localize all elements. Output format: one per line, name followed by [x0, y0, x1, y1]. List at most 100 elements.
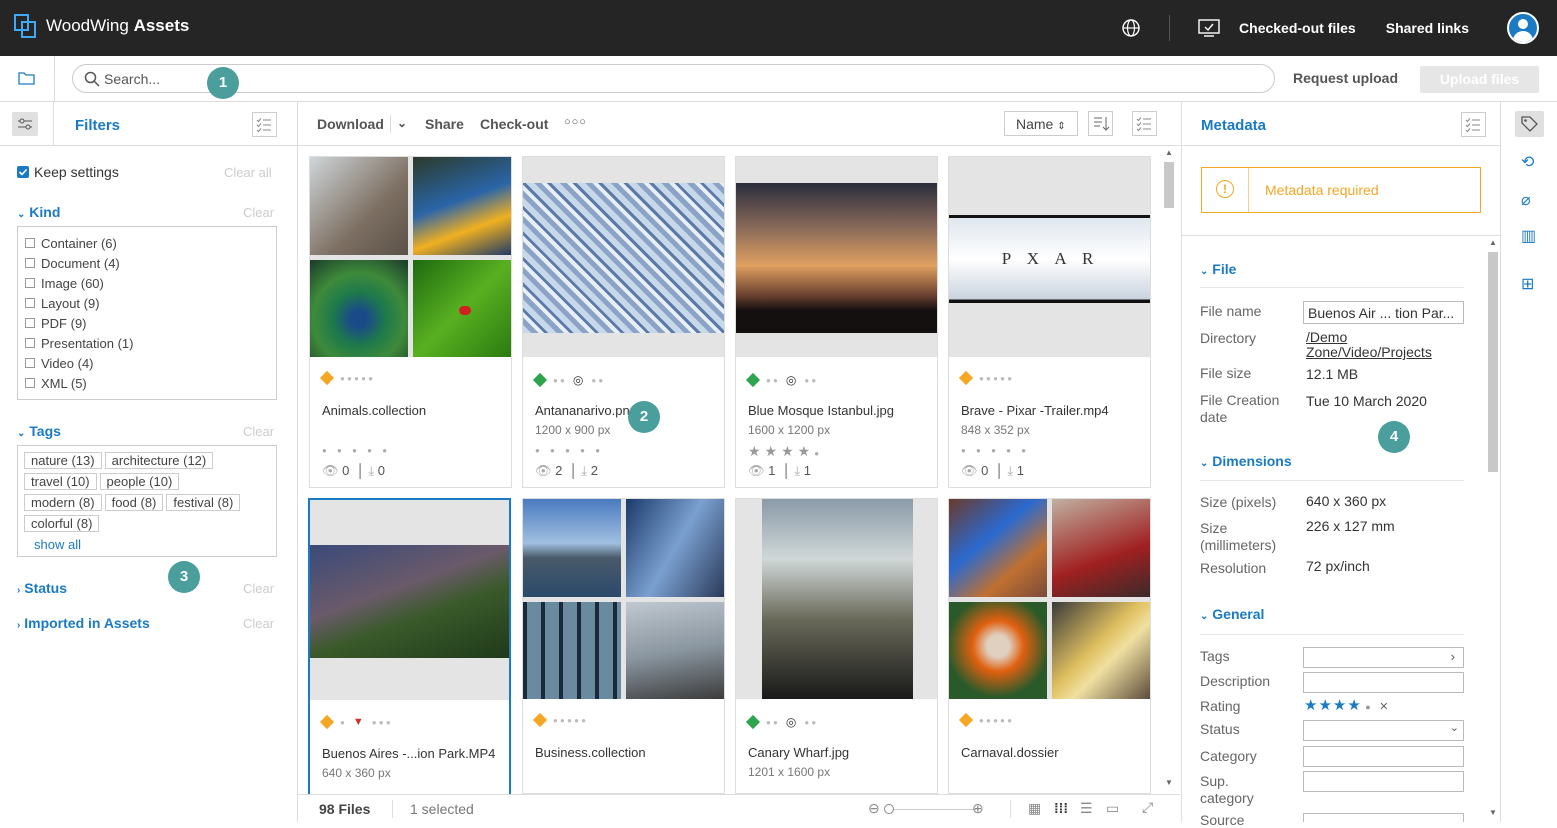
tag-chip[interactable]: travel (10)	[24, 473, 97, 490]
scroll-down-arrow-icon[interactable]: ▼	[1489, 808, 1497, 817]
checkbox[interactable]	[25, 338, 35, 348]
asset-card[interactable]: ● ● ● ● ● Business.collection	[522, 498, 725, 794]
tag-chip[interactable]: modern (8)	[24, 494, 102, 511]
status-clear-button[interactable]: Clear	[243, 581, 274, 596]
category-field[interactable]	[1303, 746, 1464, 767]
description-field[interactable]	[1303, 672, 1464, 693]
checkbox[interactable]	[25, 298, 35, 308]
asset-name[interactable]: Animals.collection	[322, 403, 502, 418]
tag-icon[interactable]	[319, 370, 335, 386]
tag-chip[interactable]: colorful (8)	[24, 515, 100, 532]
history-icon[interactable]: ⟲	[1521, 152, 1534, 172]
checkbox[interactable]	[25, 358, 35, 368]
rating-dots[interactable]: ● ● ● ● ●	[535, 446, 604, 455]
small-grid-view-icon[interactable]: ⁞⁞⁞	[1054, 800, 1068, 816]
globe-icon[interactable]	[1121, 18, 1141, 38]
kind-item[interactable]: Video (4)	[25, 353, 276, 373]
filter-settings-button[interactable]	[252, 112, 277, 137]
kind-clear-button[interactable]: Clear	[243, 205, 274, 220]
checked-out-files-link[interactable]: Checked-out files	[1239, 20, 1356, 36]
tag-chip[interactable]: food (8)	[104, 494, 164, 511]
metadata-scrollbar[interactable]: ▲ ▼	[1486, 238, 1500, 822]
zoom-in-icon[interactable]: ⊕	[972, 800, 984, 817]
avatar[interactable]	[1507, 12, 1539, 44]
brand[interactable]: WoodWing Assets	[14, 14, 189, 38]
zoom-slider[interactable]: ⊖ ⊕	[868, 800, 988, 817]
share-button[interactable]: Share	[425, 116, 464, 132]
zoom-out-icon[interactable]: ⊖	[868, 800, 880, 817]
asset-card[interactable]: ● ● ◎ ● ● Blue Mosque Istanbul.jpg 1600 …	[735, 156, 938, 488]
more-options-icon[interactable]: ○○○	[564, 116, 587, 128]
asset-name[interactable]: Carnaval.dossier	[961, 745, 1141, 760]
asset-name[interactable]: Business.collection	[535, 745, 715, 760]
tag-icon[interactable]	[958, 712, 974, 728]
checked-out-icon[interactable]	[1198, 19, 1220, 37]
asset-name[interactable]: Buenos Aires -...ion Park.MP4	[322, 746, 502, 761]
imported-section-toggle[interactable]: › Imported in Assets	[17, 615, 150, 631]
tag-icon[interactable]	[958, 370, 974, 386]
upload-files-button[interactable]: Upload files	[1420, 66, 1539, 93]
asset-name[interactable]: Antananarivo.png	[535, 403, 715, 418]
source-field[interactable]	[1303, 813, 1464, 822]
metadata-tab[interactable]	[1515, 111, 1544, 137]
tag-icon[interactable]	[319, 714, 335, 730]
kind-item[interactable]: Presentation (1)	[25, 333, 276, 353]
kind-section-toggle[interactable]: ⌄ Kind	[17, 204, 60, 220]
attachment-icon[interactable]: ⌀	[1521, 190, 1531, 210]
large-grid-view-icon[interactable]: ▦	[1028, 800, 1041, 817]
asset-name[interactable]: Canary Wharf.jpg	[748, 745, 928, 760]
checkbox[interactable]	[25, 378, 35, 388]
asset-card[interactable]: ● ● ◎ ● ● Antananarivo.png 1200 x 900 px…	[522, 156, 725, 488]
checkbox[interactable]	[25, 258, 35, 268]
asset-card[interactable]: P X A R ● ● ● ● ● Brave - Pixar -Trailer…	[948, 156, 1151, 488]
checkbox[interactable]	[25, 238, 35, 248]
zoom-handle[interactable]	[884, 804, 894, 814]
sort-direction-button[interactable]	[1088, 111, 1113, 136]
asset-name[interactable]: Brave - Pixar -Trailer.mp4	[961, 403, 1141, 418]
grid-scrollbar[interactable]: ▲ ▼	[1162, 148, 1176, 792]
rating-dots[interactable]: ● ● ● ● ●	[961, 446, 1030, 455]
general-section-toggle[interactable]: ⌄ General	[1200, 606, 1264, 622]
asset-card[interactable]: ● ● ● ● ● Animals.collection ● ● ● ● ● 👁…	[309, 156, 512, 488]
kind-item[interactable]: Container (6)	[25, 233, 276, 253]
filter-toggle[interactable]	[0, 102, 54, 146]
scroll-up-arrow-icon[interactable]: ▲	[1165, 148, 1173, 157]
asset-name[interactable]: Blue Mosque Istanbul.jpg	[748, 403, 928, 418]
folder-icon[interactable]	[18, 71, 35, 85]
checkbox[interactable]	[25, 278, 35, 288]
download-button[interactable]: Download	[317, 116, 384, 132]
add-widget-icon[interactable]: ⊞	[1521, 274, 1534, 294]
directory-link-part2[interactable]: Zone/Video/Projects	[1306, 344, 1432, 360]
download-dropdown-chevron-icon[interactable]: ⌄	[397, 116, 407, 130]
rating-stars[interactable]: ★★★★●	[748, 443, 823, 460]
checkout-button[interactable]: Check-out	[480, 116, 548, 132]
tag-chip[interactable]: people (10)	[99, 473, 180, 490]
list-view-icon[interactable]: ☰	[1080, 800, 1093, 817]
shared-links-link[interactable]: Shared links	[1386, 20, 1469, 36]
file-name-field[interactable]: Buenos Air ... tion Par...	[1303, 301, 1464, 324]
request-upload-button[interactable]: Request upload	[1293, 70, 1398, 86]
scroll-down-arrow-icon[interactable]: ▼	[1165, 778, 1173, 787]
search-input[interactable]: Search...	[72, 64, 1275, 93]
imported-clear-button[interactable]: Clear	[243, 616, 274, 631]
status-select[interactable]: ⌄	[1303, 720, 1464, 741]
scrollbar-thumb[interactable]	[1488, 252, 1498, 472]
metadata-settings-button[interactable]	[1461, 112, 1486, 137]
rating-stars[interactable]: ★★★★ ● ✕	[1304, 696, 1389, 714]
kind-item[interactable]: Document (4)	[25, 253, 276, 273]
asset-card[interactable]: ● ● ● ● ● Carnaval.dossier	[948, 498, 1151, 794]
tags-section-toggle[interactable]: ⌄ Tags	[17, 423, 61, 439]
kind-item[interactable]: PDF (9)	[25, 313, 276, 333]
tag-icon[interactable]	[745, 372, 761, 388]
show-all-link[interactable]: show all	[34, 537, 81, 552]
grid-settings-button[interactable]	[1132, 111, 1157, 136]
tags-field[interactable]: ›	[1303, 647, 1464, 668]
clear-rating-icon[interactable]: ✕	[1379, 701, 1389, 713]
keep-settings-checkbox[interactable]: Keep settings	[17, 164, 119, 180]
tags-clear-button[interactable]: Clear	[243, 424, 274, 439]
tag-icon[interactable]	[532, 372, 548, 388]
detail-view-icon[interactable]: ▭	[1106, 800, 1119, 817]
scrollbar-thumb[interactable]	[1164, 162, 1174, 208]
sup-category-field[interactable]	[1303, 771, 1464, 792]
dimensions-section-toggle[interactable]: ⌄ Dimensions	[1200, 453, 1292, 469]
